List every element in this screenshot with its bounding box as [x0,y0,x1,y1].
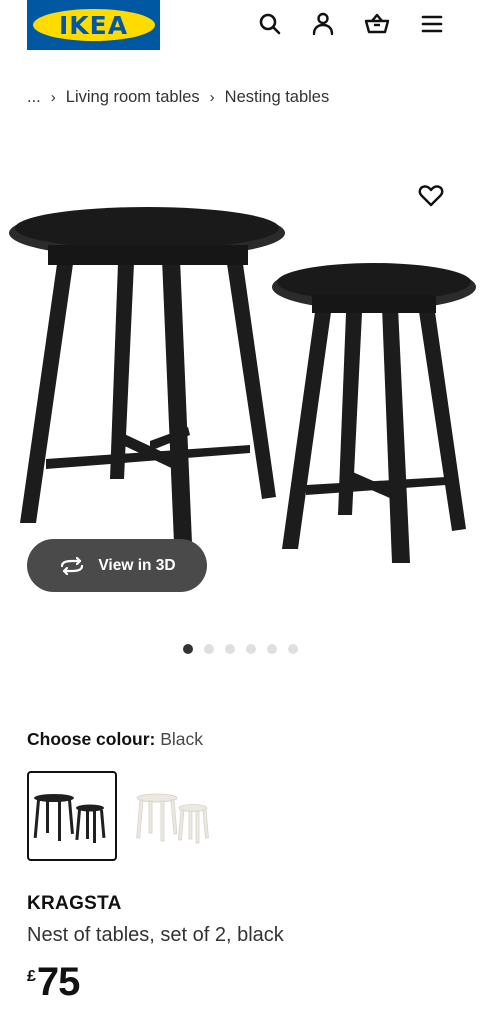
colour-label: Choose colour: Black [27,729,203,750]
pagination-dot-6[interactable] [288,644,298,654]
basket-icon[interactable] [363,10,391,38]
price-currency: £ [27,968,36,985]
breadcrumb-nesting-tables[interactable]: Nesting tables [225,88,330,107]
ikea-logo[interactable]: IKEA [27,0,160,50]
colour-label-key: Choose colour: [27,729,156,749]
chevron-right-icon: › [209,88,215,106]
product-price: £ 75 [27,960,80,1004]
breadcrumb-living-room-tables[interactable]: Living room tables [66,88,200,107]
price-amount: 75 [36,960,80,1004]
gallery-pagination [183,644,298,654]
black-tables-thumbnail [33,794,106,843]
pagination-dot-5[interactable] [267,644,277,654]
product-name: KRAGSTA [27,893,122,914]
breadcrumb: ... › Living room tables › Nesting table… [27,86,329,108]
view-in-3d-button[interactable]: View in 3D [27,539,207,592]
rotate-3d-icon [61,556,84,575]
colour-selected-value: Black [160,729,204,749]
logo-text: IKEA [58,10,129,40]
view-in-3d-label: View in 3D [98,556,176,574]
pagination-dot-1[interactable] [183,644,193,654]
header: IKEA [0,0,486,62]
product-gallery[interactable]: View in 3D [0,145,486,615]
white-tables-thumbnail [136,793,209,844]
pagination-dot-2[interactable] [204,644,214,654]
pagination-dot-3[interactable] [225,644,235,654]
search-icon[interactable] [256,10,284,38]
colour-swatch-white[interactable] [130,771,220,861]
colour-swatch-black[interactable] [27,771,117,861]
favourite-heart-icon[interactable] [416,181,446,211]
product-description: Nest of tables, set of 2, black [27,924,284,946]
breadcrumb-ellipsis[interactable]: ... [27,88,41,107]
menu-icon[interactable] [418,10,446,38]
chevron-right-icon: › [50,88,56,106]
logo-oval: IKEA [32,9,155,41]
pagination-dot-4[interactable] [246,644,256,654]
profile-icon[interactable] [309,10,337,38]
